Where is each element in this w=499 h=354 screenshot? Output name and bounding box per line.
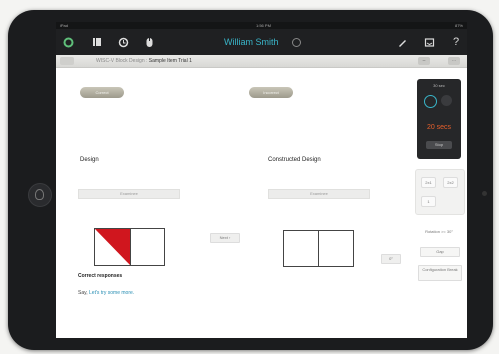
camera-dot <box>482 191 487 196</box>
rotation-label: Rotation >= 30° <box>425 229 453 234</box>
breadcrumb-prefix: WISC-V Block Design : <box>96 58 148 64</box>
status-battery: 87% <box>454 23 463 28</box>
user-status-icon <box>292 38 301 47</box>
block-divider <box>130 229 131 265</box>
right-examinee-label: Examinee <box>268 189 370 199</box>
grid-icon[interactable] <box>90 35 104 49</box>
constructed-design-heading: Constructed Design <box>268 157 321 163</box>
correct-button[interactable]: Correct <box>80 87 124 98</box>
left-examinee-label: Examinee <box>78 189 180 199</box>
timer-clock: 20 secs <box>426 124 452 131</box>
next-button[interactable]: Next › <box>210 233 240 243</box>
minimize-button[interactable]: – <box>418 57 430 65</box>
timer-limit: 30 sec <box>433 83 445 88</box>
home-button-glyph <box>35 189 44 200</box>
timer-stop-button[interactable]: Stop <box>426 141 452 149</box>
constructed-design[interactable] <box>283 230 354 267</box>
pencil-icon[interactable] <box>395 35 409 49</box>
inbox-icon[interactable] <box>422 35 436 49</box>
correct-responses-text: Say, Let's try some more. <box>78 290 134 296</box>
more-button[interactable]: ⋯ <box>448 57 460 65</box>
top-nav-bar: William Smith ? <box>56 29 467 55</box>
status-bar: iPad 1:56 PM 87% <box>56 22 467 29</box>
configuration-break-button[interactable]: Configuration Break <box>418 265 462 281</box>
breadcrumb: WISC-V Block Design : Sample Item Trial … <box>56 55 467 68</box>
timer-panel: 30 sec 20 secs Stop <box>417 79 461 159</box>
back-button[interactable] <box>60 57 74 65</box>
help-icon[interactable]: ? <box>449 35 463 49</box>
grid-1-button[interactable]: 1 <box>421 196 436 207</box>
app-screen: iPad 1:56 PM 87% William Smith ? WISC-V … <box>56 22 467 338</box>
gap-button[interactable]: Gap <box>420 247 460 257</box>
red-white-block <box>95 229 130 265</box>
design-heading: Design <box>80 157 99 163</box>
grid-2x2-button[interactable]: 2x2 <box>443 177 458 188</box>
breadcrumb-path: WISC-V Block Design : Sample Item Trial … <box>96 55 192 67</box>
timer-play-icon[interactable] <box>424 95 437 108</box>
home-button[interactable] <box>28 183 52 207</box>
timer-reset-icon[interactable] <box>441 95 452 106</box>
grid-2x1-button[interactable]: 2x1 <box>421 177 436 188</box>
mouse-icon[interactable] <box>142 35 156 49</box>
response-say: Say, <box>78 290 88 296</box>
status-time: 1:56 PM <box>256 23 271 28</box>
breadcrumb-current: Sample Item Trial 1 <box>148 58 192 64</box>
response-link[interactable]: Let's try some more. <box>89 290 134 296</box>
block-divider <box>318 231 319 266</box>
grid-size-panel: 2x1 2x2 1 <box>415 169 465 215</box>
rotation-value[interactable]: 0° <box>381 254 401 264</box>
incorrect-button[interactable]: Incorrect <box>249 87 293 98</box>
status-device: iPad <box>60 23 69 28</box>
clock-icon[interactable] <box>116 35 130 49</box>
correct-responses-title: Correct responses <box>78 273 123 279</box>
target-design <box>94 228 165 266</box>
app-logo-icon[interactable] <box>61 35 75 49</box>
user-name[interactable]: William Smith <box>224 35 279 49</box>
